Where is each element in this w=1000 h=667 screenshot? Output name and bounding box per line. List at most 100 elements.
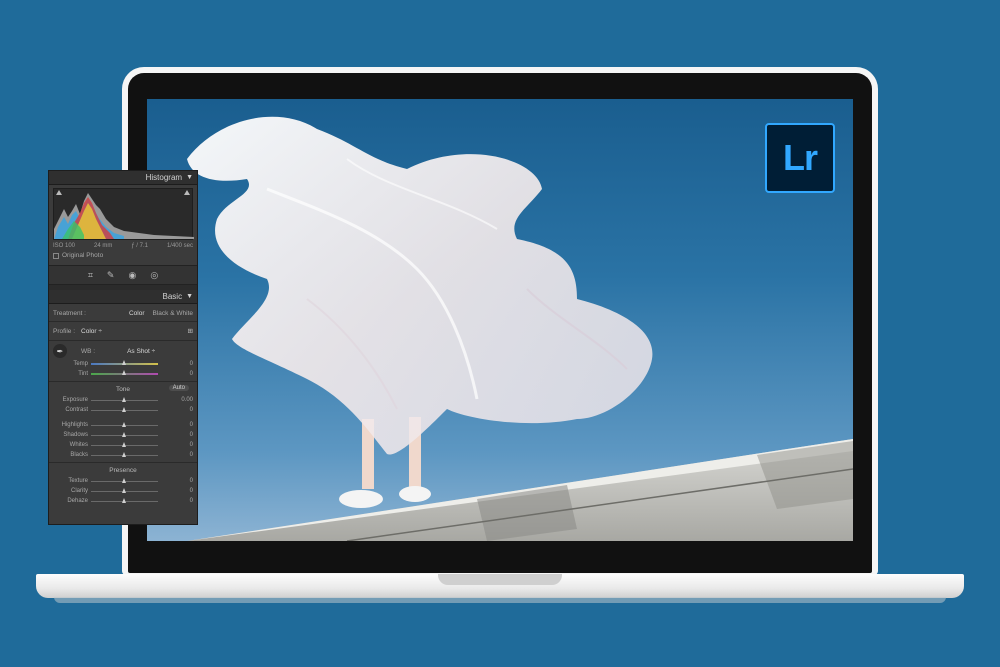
auto-button[interactable]: Auto bbox=[168, 385, 189, 391]
wb-select[interactable]: As Shot ÷ bbox=[127, 348, 155, 355]
divider bbox=[49, 462, 197, 463]
profile-select[interactable]: Color ÷ bbox=[81, 328, 102, 335]
temp-value[interactable]: 0 bbox=[190, 361, 193, 367]
blacks-label: Blacks bbox=[70, 452, 88, 458]
clarity-slider[interactable] bbox=[91, 487, 158, 493]
masking-tool-icon[interactable]: ◎ bbox=[150, 270, 158, 281]
histogram-title: Histogram bbox=[145, 173, 183, 182]
clarity-value[interactable]: 0 bbox=[190, 488, 193, 494]
tool-strip: ⌗ ✎ ◉ ◎ bbox=[49, 265, 197, 285]
healing-tool-icon[interactable]: ✎ bbox=[107, 270, 115, 281]
texture-slider[interactable] bbox=[91, 477, 158, 483]
temp-label: Temp bbox=[73, 361, 88, 367]
iso-value: ISO 100 bbox=[53, 243, 76, 249]
texture-value[interactable]: 0 bbox=[190, 478, 193, 484]
shadows-label: Shadows bbox=[63, 432, 88, 438]
aperture-value: ƒ / 7.1 bbox=[131, 243, 148, 249]
original-photo-checkbox[interactable] bbox=[53, 252, 59, 259]
whites-value[interactable]: 0 bbox=[190, 442, 193, 448]
divider bbox=[49, 381, 197, 382]
photo-illustration bbox=[187, 116, 853, 541]
laptop-notch bbox=[438, 574, 562, 585]
blacks-value[interactable]: 0 bbox=[190, 452, 193, 458]
contrast-slider[interactable] bbox=[91, 406, 158, 412]
tint-label: Tint bbox=[78, 371, 88, 377]
exif-row: ISO 100 24 mm ƒ / 7.1 1/400 sec bbox=[49, 240, 197, 249]
tint-value[interactable]: 0 bbox=[190, 371, 193, 377]
dehaze-slider[interactable] bbox=[91, 497, 158, 503]
whites-slider-knob[interactable] bbox=[122, 441, 126, 447]
wb-label: WB : bbox=[81, 347, 96, 355]
texture-slider-row: Texture 0 bbox=[49, 476, 197, 486]
shadows-slider-row: Shadows 0 bbox=[49, 430, 197, 440]
dehaze-slider-row: Dehaze 0 bbox=[49, 496, 197, 506]
treatment-color-option[interactable]: Color bbox=[129, 310, 145, 317]
collapse-triangle-icon[interactable]: ▼ bbox=[186, 293, 193, 300]
divider bbox=[49, 321, 197, 322]
shadows-slider-knob[interactable] bbox=[122, 431, 126, 437]
whites-label: Whites bbox=[69, 442, 88, 448]
treatment-label: Treatment : bbox=[53, 310, 86, 317]
divider bbox=[49, 340, 197, 341]
shadow-clipping-icon[interactable] bbox=[56, 190, 62, 195]
lightroom-logo: Lr bbox=[765, 123, 835, 193]
highlights-slider[interactable] bbox=[91, 421, 158, 427]
exposure-slider[interactable] bbox=[91, 396, 158, 402]
histogram-header[interactable]: Histogram ▼ bbox=[49, 171, 197, 185]
temp-slider[interactable] bbox=[91, 360, 158, 365]
photo-canvas: Lr bbox=[147, 99, 853, 541]
tone-section: Tone Auto bbox=[49, 384, 197, 395]
original-photo-label: Original Photo bbox=[62, 252, 104, 259]
wb-row: ✒ WB : As Shot ÷ bbox=[49, 343, 197, 359]
eyedropper-icon[interactable]: ✒ bbox=[53, 344, 67, 358]
dehaze-value[interactable]: 0 bbox=[190, 498, 193, 504]
exposure-slider-knob[interactable] bbox=[122, 396, 126, 402]
highlights-value[interactable]: 0 bbox=[190, 422, 193, 428]
tint-slider[interactable] bbox=[91, 370, 158, 375]
shutter-speed: 1/400 sec bbox=[166, 243, 193, 249]
blacks-slider[interactable] bbox=[91, 451, 158, 457]
exposure-label: Exposure bbox=[62, 397, 88, 403]
highlights-slider-row: Highlights 0 bbox=[49, 420, 197, 430]
crop-tool-icon[interactable]: ⌗ bbox=[88, 270, 93, 281]
contrast-label: Contrast bbox=[65, 407, 88, 413]
blacks-slider-row: Blacks 0 bbox=[49, 450, 197, 460]
texture-slider-knob[interactable] bbox=[122, 477, 126, 483]
exposure-value[interactable]: 0.00 bbox=[181, 397, 193, 403]
texture-label: Texture bbox=[68, 478, 88, 484]
dehaze-label: Dehaze bbox=[67, 498, 88, 504]
shadows-value[interactable]: 0 bbox=[190, 432, 193, 438]
basic-header[interactable]: Basic ▼ bbox=[49, 290, 197, 304]
clarity-label: Clarity bbox=[70, 488, 88, 494]
laptop-base-shadow bbox=[54, 597, 946, 603]
exposure-slider-row: Exposure 0.00 bbox=[49, 395, 197, 405]
contrast-value[interactable]: 0 bbox=[190, 407, 193, 413]
tint-slider-row: Tint 0 bbox=[49, 369, 197, 379]
red-eye-tool-icon[interactable]: ◉ bbox=[128, 270, 136, 281]
highlights-slider-knob[interactable] bbox=[122, 421, 126, 427]
blacks-slider-knob[interactable] bbox=[122, 451, 126, 457]
whites-slider[interactable] bbox=[91, 441, 158, 447]
clarity-slider-row: Clarity 0 bbox=[49, 486, 197, 496]
treatment-row: Treatment : Color Black & White bbox=[49, 308, 197, 319]
contrast-slider-row: Contrast 0 bbox=[49, 405, 197, 415]
contrast-slider-knob[interactable] bbox=[122, 406, 126, 412]
highlights-label: Highlights bbox=[61, 422, 88, 428]
whites-slider-row: Whites 0 bbox=[49, 440, 197, 450]
histogram-graph bbox=[54, 193, 194, 239]
original-photo-row[interactable]: Original Photo bbox=[49, 249, 197, 262]
profile-row: Profile : Color ÷ ⊞ bbox=[49, 324, 197, 338]
highlight-clipping-icon[interactable] bbox=[184, 190, 190, 195]
histogram bbox=[53, 188, 194, 240]
treatment-bw-option[interactable]: Black & White bbox=[153, 310, 193, 317]
tint-slider-knob[interactable] bbox=[122, 370, 126, 375]
clarity-slider-knob[interactable] bbox=[122, 487, 126, 493]
profile-browser-icon[interactable]: ⊞ bbox=[188, 327, 193, 335]
temp-slider-row: Temp 0 bbox=[49, 359, 197, 369]
temp-slider-knob[interactable] bbox=[122, 360, 126, 365]
collapse-triangle-icon[interactable]: ▼ bbox=[186, 174, 193, 181]
shadows-slider[interactable] bbox=[91, 431, 158, 437]
presence-title: Presence bbox=[109, 467, 137, 474]
profile-label: Profile : bbox=[53, 327, 76, 335]
dehaze-slider-knob[interactable] bbox=[122, 497, 126, 503]
